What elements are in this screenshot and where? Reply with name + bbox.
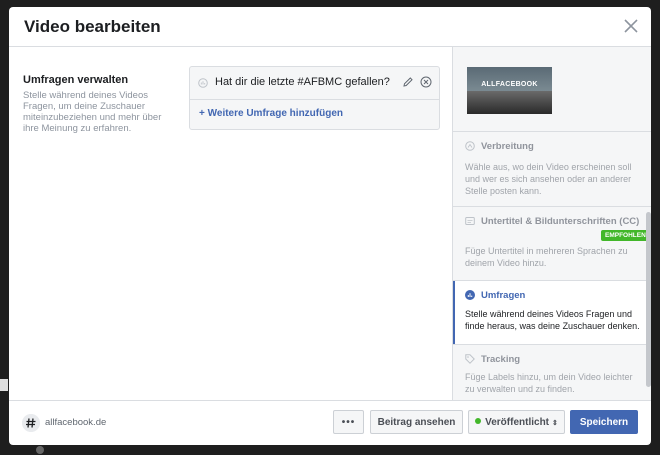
hashtag-icon xyxy=(22,414,40,432)
poll-question-text: Hat dir die letzte #AFBMC gefallen? xyxy=(215,76,390,88)
polls-section-title: Umfragen verwalten xyxy=(23,74,129,86)
dialog-footer: allfacebook.de ••• Beitrag ansehen Veröf… xyxy=(9,400,651,445)
edit-video-dialog: Video bearbeiten Umfragen verwalten Stel… xyxy=(9,7,651,445)
thumbnail-logo: ALLFACEBOOK xyxy=(481,81,538,88)
backdrop-element xyxy=(0,379,8,391)
sidebar-item-label: Umfragen xyxy=(481,290,526,301)
more-options-button[interactable]: ••• xyxy=(333,410,364,434)
publish-status-dropdown[interactable]: Veröffentlicht ⇕ xyxy=(468,410,565,434)
sidebar-item-captions[interactable]: Untertitel & Bildunterschriften (CC) EMP… xyxy=(453,206,651,281)
poll-question-row[interactable]: Hat dir die letzte #AFBMC gefallen? xyxy=(190,67,439,100)
poll-card: Hat dir die letzte #AFBMC gefallen? + We… xyxy=(189,66,440,130)
sidebar-item-label: Tracking xyxy=(481,354,521,365)
scrollbar-thumb[interactable] xyxy=(646,212,651,387)
sidebar-item-description: Füge Untertitel in mehreren Sprachen zu … xyxy=(465,246,628,268)
sidebar-item-polls[interactable]: Umfragen Stelle während deines Videos Fr… xyxy=(453,280,651,345)
poll-icon xyxy=(465,290,475,300)
page-name: allfacebook.de xyxy=(45,417,107,428)
poll-question-icon xyxy=(198,78,208,88)
sort-arrows-icon: ⇕ xyxy=(552,420,558,427)
sidebar-item-label: Verbreitung xyxy=(481,141,534,152)
polls-panel: Umfragen verwalten Stelle während deines… xyxy=(9,47,452,400)
video-thumbnail[interactable]: ALLFACEBOOK xyxy=(467,67,552,114)
distribution-icon xyxy=(465,141,475,151)
thumbnail-crowd xyxy=(467,91,552,114)
dialog-header: Video bearbeiten xyxy=(9,7,651,47)
save-button[interactable]: Speichern xyxy=(570,410,638,434)
captions-icon xyxy=(465,217,475,225)
backdrop-icon xyxy=(36,446,44,454)
sidebar-scrollbar[interactable] xyxy=(646,47,651,400)
sidebar-item-description: Stelle während deines Videos Fragen und … xyxy=(465,309,640,331)
sidebar-item-description: Füge Labels hinzu, um dein Video leichte… xyxy=(465,372,633,394)
sidebar-item-label: Untertitel & Bildunterschriften (CC) xyxy=(481,216,640,227)
sidebar-item-tracking[interactable]: Tracking Füge Labels hinzu, um dein Vide… xyxy=(453,344,651,400)
edit-sidebar: ALLFACEBOOK Verbreitung Wähle aus, wo de… xyxy=(452,47,651,400)
polls-section-description: Stelle während deines Videos Fragen, um … xyxy=(23,90,162,134)
active-indicator xyxy=(453,281,455,345)
tag-icon xyxy=(465,354,475,364)
recommended-badge: EMPFOHLEN xyxy=(601,230,650,241)
status-dot-icon xyxy=(475,418,482,424)
sidebar-item-distribution[interactable]: Verbreitung Wähle aus, wo dein Video ers… xyxy=(453,131,651,207)
dialog-title: Video bearbeiten xyxy=(24,17,161,36)
view-post-button[interactable]: Beitrag ansehen xyxy=(370,410,463,434)
close-icon[interactable] xyxy=(623,18,639,34)
remove-circle-icon[interactable] xyxy=(420,76,432,88)
pencil-icon[interactable] xyxy=(402,76,414,88)
sidebar-item-description: Wähle aus, wo dein Video erscheinen soll… xyxy=(465,162,632,196)
add-poll-link[interactable]: + Weitere Umfrage hinzufügen xyxy=(199,108,343,119)
status-label: Veröffentlicht xyxy=(485,417,550,428)
